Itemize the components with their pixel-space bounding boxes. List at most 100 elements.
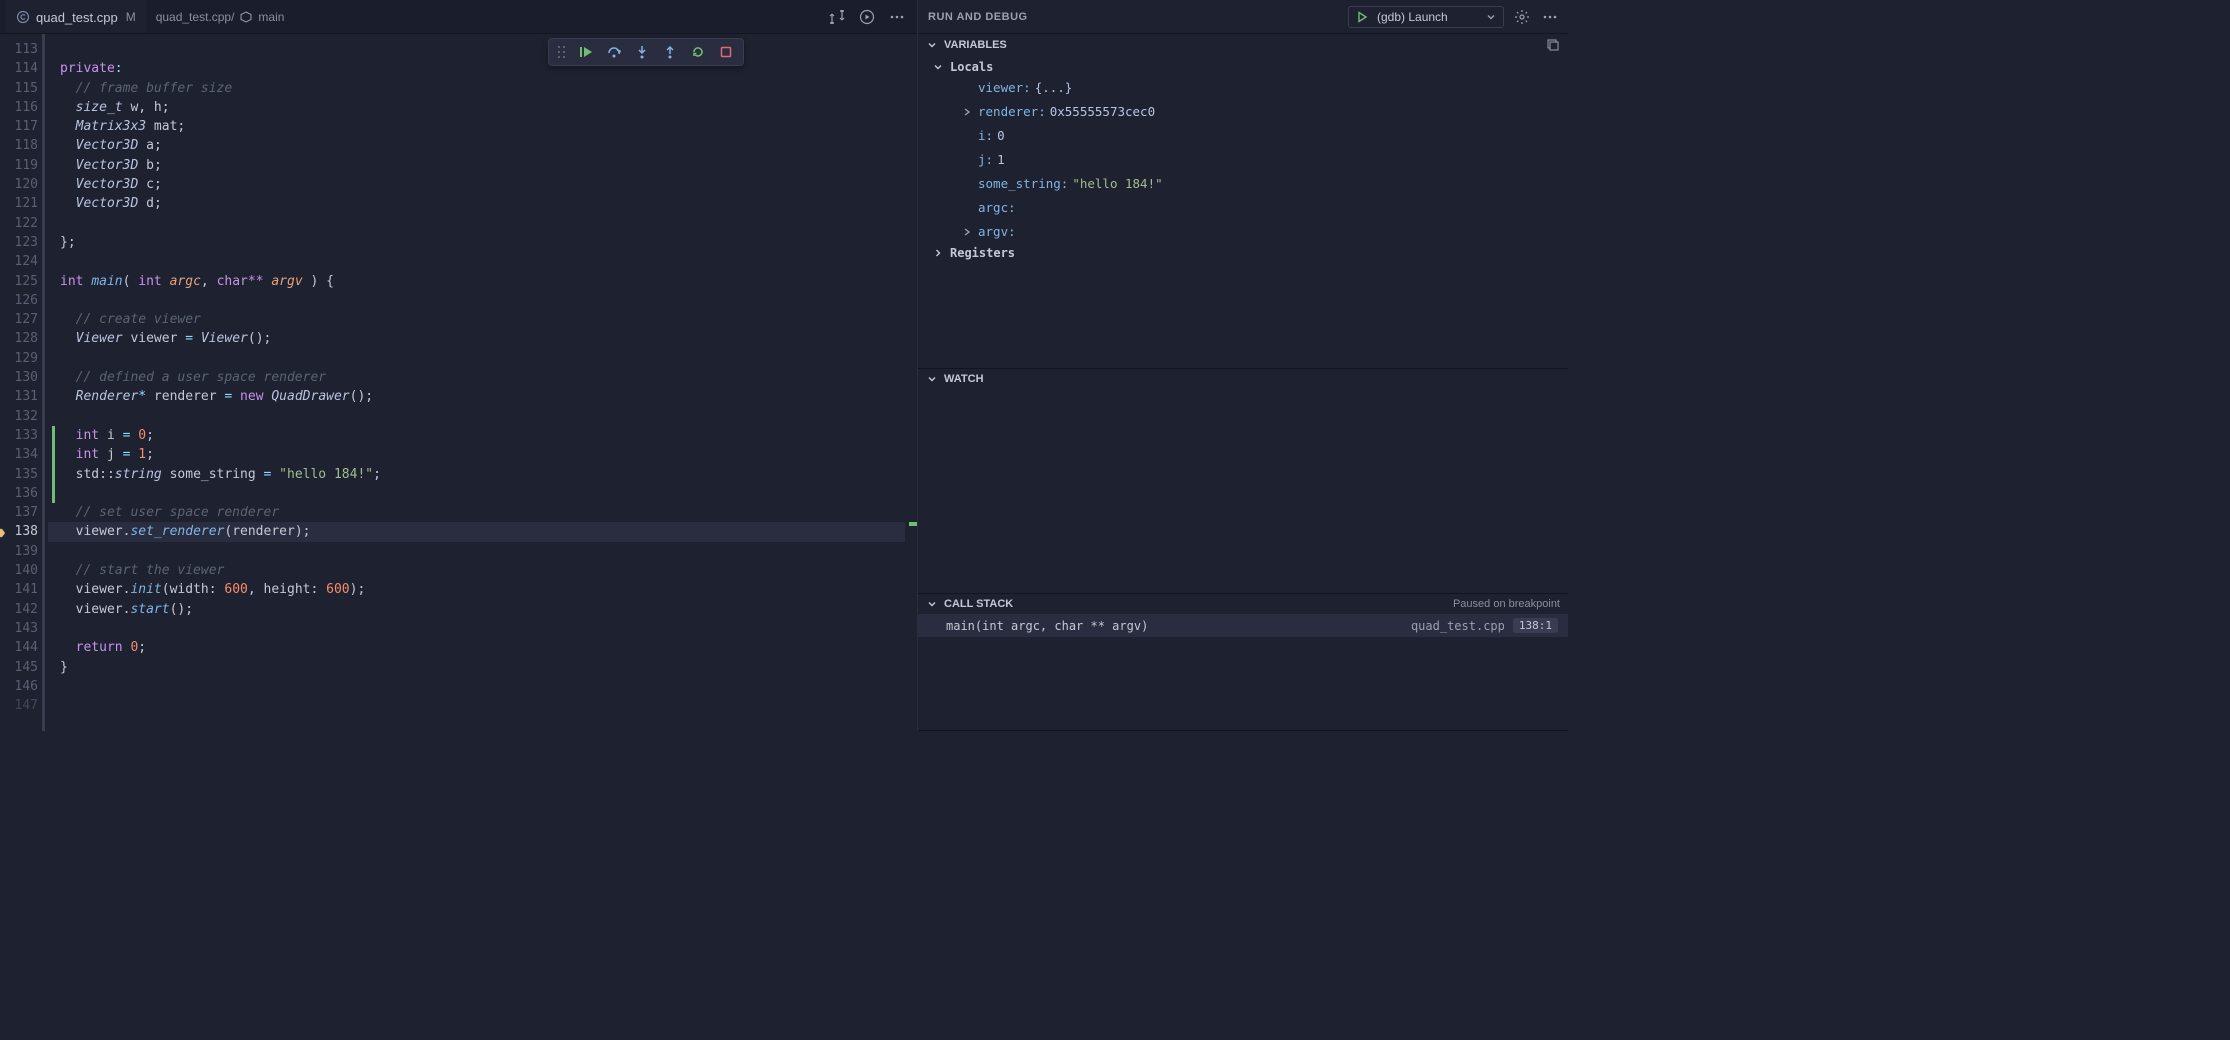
run-file-icon[interactable] (859, 9, 875, 25)
debug-toolbar[interactable] (548, 38, 744, 66)
line-number[interactable]: 143 (0, 619, 38, 638)
code-line[interactable] (60, 677, 905, 696)
line-number[interactable]: 118 (0, 136, 38, 155)
line-number[interactable]: 138 (0, 522, 38, 541)
step-into-button[interactable] (633, 43, 651, 61)
line-number[interactable]: 139 (0, 542, 38, 561)
code-line[interactable]: Viewer viewer = Viewer(); (60, 329, 905, 348)
chevron-right-icon[interactable] (962, 227, 974, 237)
stop-button[interactable] (717, 43, 735, 61)
code-line[interactable] (60, 214, 905, 233)
code-line[interactable]: size_t w, h; (60, 98, 905, 117)
line-number[interactable]: 141 (0, 580, 38, 599)
code-line[interactable]: int j = 1; (60, 445, 905, 464)
overview-ruler[interactable] (905, 34, 917, 731)
editor-tab-active[interactable]: quad_test.cpp M (6, 0, 146, 33)
variable-row[interactable]: argc: (922, 196, 1568, 220)
launch-config-select[interactable]: (gdb) Launch (1348, 6, 1504, 28)
line-number[interactable]: 128 (0, 329, 38, 348)
code-line[interactable]: // set user space renderer (60, 503, 905, 522)
collapse-all-icon[interactable] (1546, 38, 1560, 52)
chevron-right-icon[interactable] (962, 107, 974, 117)
line-number[interactable]: 131 (0, 387, 38, 406)
restart-button[interactable] (689, 43, 707, 61)
line-number[interactable]: 121 (0, 194, 38, 213)
compare-changes-icon[interactable] (829, 9, 845, 25)
variable-row[interactable]: renderer: 0x55555573cec0 (922, 100, 1568, 124)
line-number[interactable]: 146 (0, 677, 38, 696)
line-number[interactable]: 114 (0, 59, 38, 78)
line-number[interactable]: 142 (0, 600, 38, 619)
line-number[interactable]: 122 (0, 214, 38, 233)
code-line[interactable] (60, 407, 905, 426)
code-line[interactable]: // create viewer (60, 310, 905, 329)
line-number[interactable]: 117 (0, 117, 38, 136)
line-number-gutter[interactable]: 1131141151161171181191201211221231241251… (0, 34, 48, 731)
breakpoint-arrow-icon[interactable] (0, 528, 4, 536)
code-line[interactable] (60, 252, 905, 271)
code-line[interactable]: }; (60, 233, 905, 252)
line-number[interactable]: 136 (0, 484, 38, 503)
callstack-header[interactable]: CALL STACK Paused on breakpoint (918, 594, 1568, 614)
code-line[interactable]: private: (60, 59, 905, 78)
line-number[interactable]: 130 (0, 368, 38, 387)
code-line[interactable]: int i = 0; (60, 426, 905, 445)
line-number[interactable]: 135 (0, 465, 38, 484)
line-number[interactable]: 129 (0, 349, 38, 368)
line-number[interactable]: 140 (0, 561, 38, 580)
code-line[interactable] (60, 484, 905, 503)
line-number[interactable]: 123 (0, 233, 38, 252)
code-line[interactable] (60, 619, 905, 638)
line-number[interactable]: 113 (0, 40, 38, 59)
line-number[interactable]: 125 (0, 272, 38, 291)
line-number[interactable]: 137 (0, 503, 38, 522)
code-line[interactable]: viewer.start(); (60, 600, 905, 619)
code-line[interactable] (60, 542, 905, 561)
code-line[interactable]: // defined a user space renderer (60, 368, 905, 387)
code-line[interactable]: Renderer* renderer = new QuadDrawer(); (60, 387, 905, 406)
breadcrumb[interactable]: quad_test.cpp/ main (156, 10, 285, 24)
variable-row[interactable]: i: 0 (922, 124, 1568, 148)
step-out-button[interactable] (661, 43, 679, 61)
code-line[interactable]: Vector3D b; (60, 156, 905, 175)
line-number[interactable]: 145 (0, 658, 38, 677)
code-line[interactable]: return 0; (60, 638, 905, 657)
line-number[interactable]: 132 (0, 407, 38, 426)
code-line[interactable] (60, 696, 905, 715)
code-line[interactable]: Vector3D c; (60, 175, 905, 194)
code-line[interactable]: viewer.set_renderer(renderer); (48, 522, 905, 541)
step-over-button[interactable] (605, 43, 623, 61)
line-number[interactable]: 124 (0, 252, 38, 271)
variable-row[interactable]: some_string: "hello 184!" (922, 172, 1568, 196)
line-number[interactable]: 127 (0, 310, 38, 329)
line-number[interactable]: 126 (0, 291, 38, 310)
line-number[interactable]: 144 (0, 638, 38, 657)
code-line[interactable]: std::string some_string = "hello 184!"; (60, 465, 905, 484)
code-line[interactable] (60, 291, 905, 310)
line-number[interactable]: 115 (0, 79, 38, 98)
registers-scope[interactable]: Registers (922, 244, 1568, 262)
variable-row[interactable]: j: 1 (922, 148, 1568, 172)
variables-header[interactable]: VARIABLES (918, 34, 1568, 56)
variable-row[interactable]: argv: (922, 220, 1568, 244)
code-line[interactable] (60, 349, 905, 368)
code-line[interactable]: // frame buffer size (60, 79, 905, 98)
code-line[interactable]: viewer.init(width: 600, height: 600); (60, 580, 905, 599)
more-icon[interactable] (1542, 9, 1558, 25)
line-number[interactable]: 133 (0, 426, 38, 445)
code-line[interactable] (60, 40, 905, 59)
continue-button[interactable] (577, 43, 595, 61)
drag-handle-icon[interactable] (557, 45, 567, 59)
line-number[interactable]: 147 (0, 696, 38, 715)
variable-row[interactable]: viewer: {...} (922, 76, 1568, 100)
settings-gear-icon[interactable] (1514, 9, 1530, 25)
editor-body[interactable]: 1131141151161171181191201211221231241251… (0, 34, 917, 731)
line-number[interactable]: 116 (0, 98, 38, 117)
code-line[interactable]: // start the viewer (60, 561, 905, 580)
line-number[interactable]: 120 (0, 175, 38, 194)
watch-header[interactable]: WATCH (918, 369, 1568, 389)
code-line[interactable]: Vector3D a; (60, 136, 905, 155)
code-area[interactable]: private: // frame buffer size size_t w, … (48, 34, 905, 731)
code-line[interactable]: } (60, 658, 905, 677)
line-number[interactable]: 119 (0, 156, 38, 175)
